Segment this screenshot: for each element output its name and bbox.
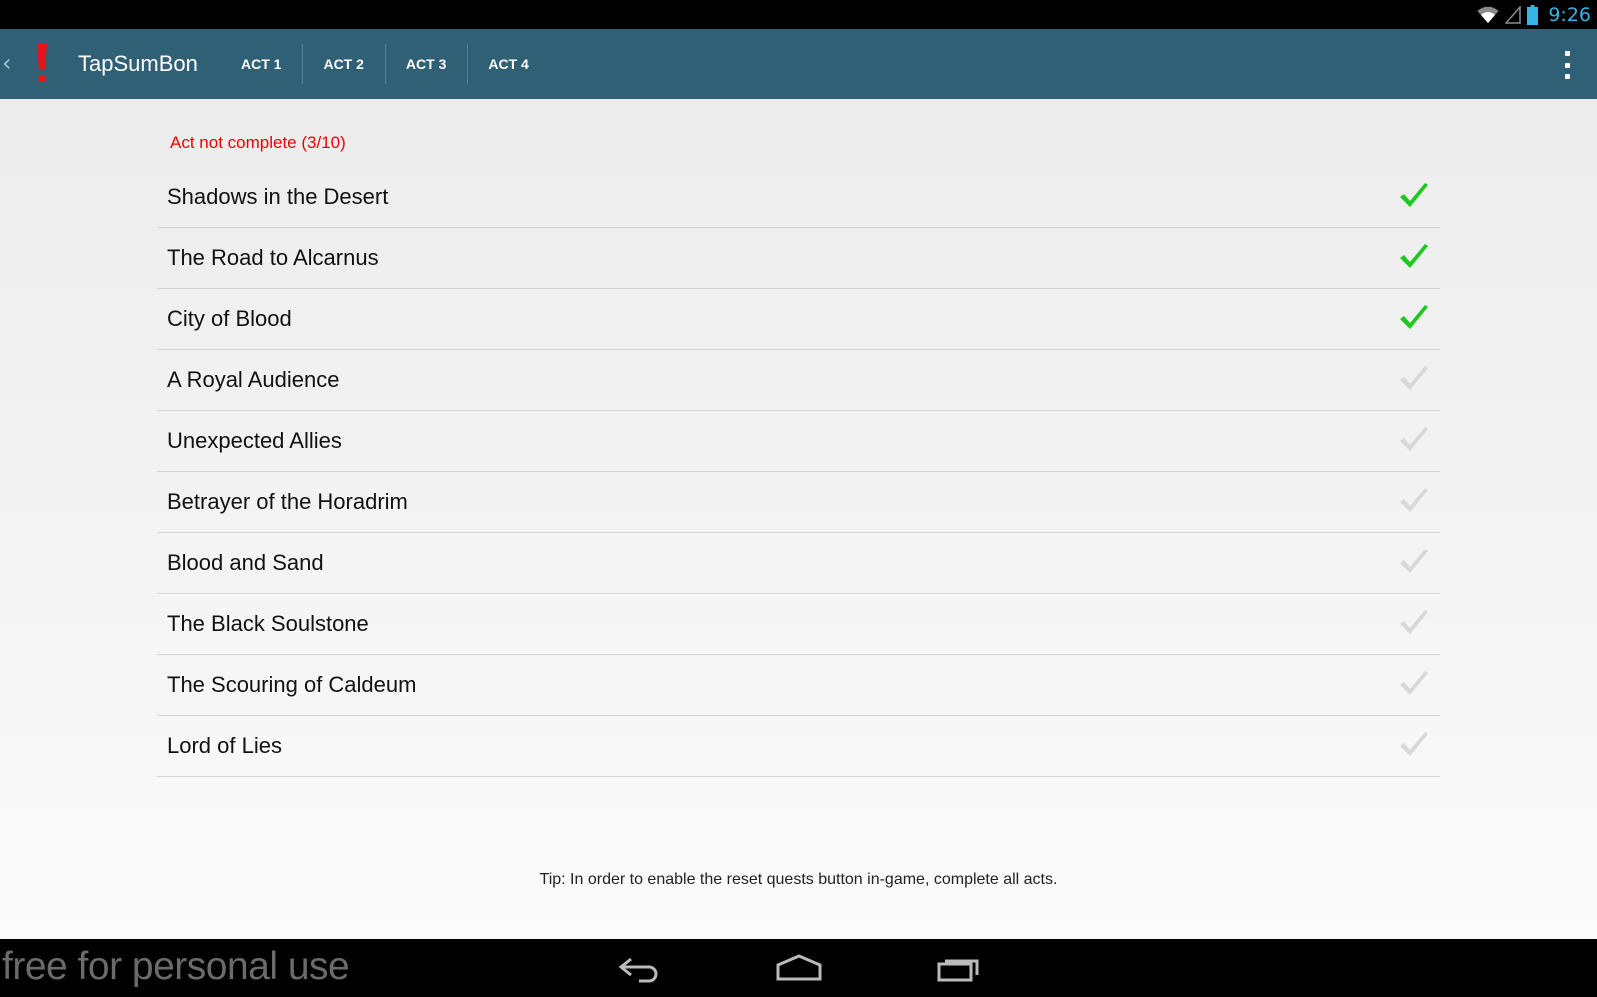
tip-text: Tip: In order to enable the reset quests… xyxy=(539,871,1058,888)
quest-name: The Black Soulstone xyxy=(167,611,369,636)
quest-row[interactable]: Unexpected Allies xyxy=(157,411,1440,472)
checkmark-complete-icon[interactable] xyxy=(1398,304,1430,334)
checkmark-incomplete-icon[interactable] xyxy=(1398,609,1430,639)
checkmark-incomplete-icon[interactable] xyxy=(1398,731,1430,761)
checkmark-incomplete-icon[interactable] xyxy=(1398,426,1430,456)
quest-name: Unexpected Allies xyxy=(167,428,342,453)
quest-row[interactable]: A Royal Audience xyxy=(157,350,1440,411)
act-tabs: ACT 1 ACT 2 ACT 3 ACT 4 xyxy=(220,29,550,99)
quest-name: Betrayer of the Horadrim xyxy=(167,489,408,514)
overflow-menu-icon[interactable] xyxy=(1563,51,1571,79)
quest-row[interactable]: The Black Soulstone xyxy=(157,594,1440,655)
quest-row[interactable]: The Road to Alcarnus xyxy=(157,228,1440,289)
exclamation-icon[interactable] xyxy=(30,43,54,85)
quest-name: Lord of Lies xyxy=(167,733,282,758)
navigation-bar: free for personal use xyxy=(0,939,1597,997)
action-bar: ‹ TapSumBon ACT 1 ACT 2 ACT 3 ACT 4 xyxy=(0,29,1597,99)
tab-act-3[interactable]: ACT 3 xyxy=(384,29,467,99)
app-title: TapSumBon xyxy=(78,51,198,76)
quest-row[interactable]: Shadows in the Desert xyxy=(157,167,1440,228)
quest-name: City of Blood xyxy=(167,306,292,331)
quest-row[interactable]: Lord of Lies xyxy=(157,716,1440,777)
quest-name: Shadows in the Desert xyxy=(167,184,389,209)
wifi-icon xyxy=(1477,6,1499,23)
tab-act-2[interactable]: ACT 2 xyxy=(302,29,384,99)
clock: 9:26 xyxy=(1548,3,1591,26)
recent-apps-icon[interactable] xyxy=(937,953,981,983)
act-status-text: Act not complete (3/10) xyxy=(170,133,346,152)
checkmark-complete-icon[interactable] xyxy=(1398,182,1430,212)
battery-icon xyxy=(1527,4,1539,25)
tab-act-1[interactable]: ACT 1 xyxy=(220,29,302,99)
quest-name: The Scouring of Caldeum xyxy=(167,672,417,697)
checkmark-incomplete-icon[interactable] xyxy=(1398,548,1430,578)
signal-icon xyxy=(1505,5,1522,24)
quest-content: Act not complete (3/10) Shadows in the D… xyxy=(0,99,1597,939)
up-navigation-icon[interactable]: ‹ xyxy=(2,51,12,75)
checkmark-incomplete-icon[interactable] xyxy=(1398,365,1430,395)
tab-act-4[interactable]: ACT 4 xyxy=(467,29,549,99)
quest-name: A Royal Audience xyxy=(167,367,340,392)
checkmark-complete-icon[interactable] xyxy=(1398,243,1430,273)
checkmark-incomplete-icon[interactable] xyxy=(1398,487,1430,517)
quest-row[interactable]: City of Blood xyxy=(157,289,1440,350)
quest-name: The Road to Alcarnus xyxy=(167,245,379,270)
home-icon[interactable] xyxy=(776,953,822,983)
watermark-text: free for personal use xyxy=(2,945,350,988)
quest-row[interactable]: Betrayer of the Horadrim xyxy=(157,472,1440,533)
back-icon[interactable] xyxy=(617,953,661,983)
quest-list: Shadows in the Desert The Road to Alcarnu… xyxy=(157,167,1440,777)
quest-name: Blood and Sand xyxy=(167,550,324,575)
status-icons: 9:26 xyxy=(1477,0,1591,29)
quest-row[interactable]: Blood and Sand xyxy=(157,533,1440,594)
status-bar: 9:26 xyxy=(0,0,1597,29)
checkmark-incomplete-icon[interactable] xyxy=(1398,670,1430,700)
quest-row[interactable]: The Scouring of Caldeum xyxy=(157,655,1440,716)
